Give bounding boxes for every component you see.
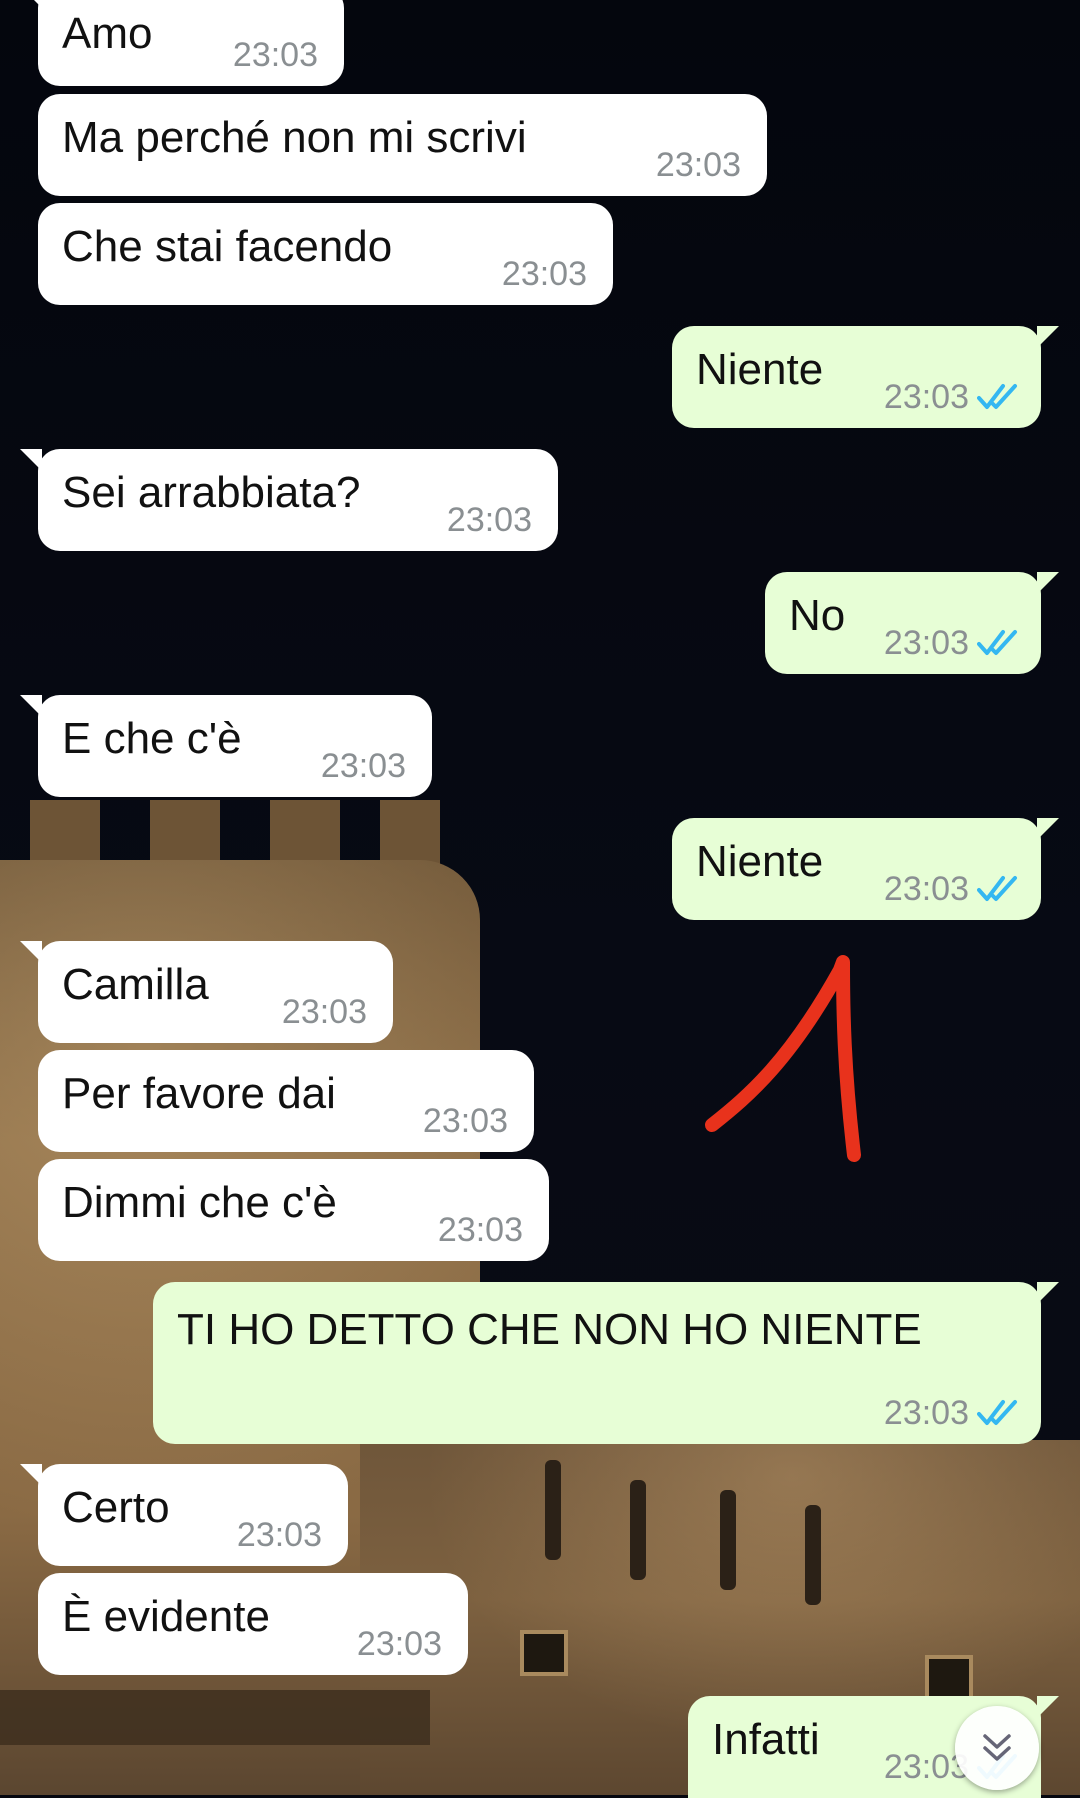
message-list[interactable]: Amo 23:03 Ma perché non mi scrivi 23:03 … xyxy=(0,0,1080,1798)
incoming-message[interactable]: Per favore dai 23:03 xyxy=(38,1050,534,1152)
message-text: Certo xyxy=(62,1483,170,1532)
message-time: 23:03 xyxy=(883,624,969,662)
message-text: Niente xyxy=(696,345,824,394)
message-time: 23:03 xyxy=(501,255,587,293)
message-time: 23:03 xyxy=(655,146,741,184)
message-time: 23:03 xyxy=(883,870,969,908)
message-text: Niente xyxy=(696,837,824,886)
message-text: Camilla xyxy=(62,960,209,1009)
message-time: 23:03 xyxy=(883,378,969,416)
message-time: 23:03 xyxy=(446,501,532,539)
message-text: Amo xyxy=(62,9,153,58)
message-time: 23:03 xyxy=(236,1516,322,1554)
message-time: 23:03 xyxy=(437,1211,523,1249)
message-text: Dimmi che c'è xyxy=(62,1178,337,1227)
message-text: E che c'è xyxy=(62,714,242,763)
red-arrow-annotation xyxy=(705,955,861,1162)
message-time: 23:03 xyxy=(232,36,318,74)
outgoing-message[interactable]: Niente 23:03 xyxy=(672,326,1059,428)
outgoing-message[interactable]: No 23:03 xyxy=(765,572,1059,674)
incoming-message[interactable]: Dimmi che c'è 23:03 xyxy=(38,1159,549,1261)
incoming-message[interactable]: Ma perché non mi scrivi 23:03 xyxy=(38,94,767,196)
message-time: 23:03 xyxy=(281,993,367,1031)
message-text: Infatti xyxy=(712,1715,820,1764)
message-time: 23:03 xyxy=(320,747,406,785)
incoming-message[interactable]: È evidente 23:03 xyxy=(38,1573,468,1675)
message-text: Sei arrabbiata? xyxy=(62,468,361,517)
message-text: TI HO DETTO CHE NON HO NIENTE xyxy=(177,1305,922,1354)
message-text: Per favore dai xyxy=(62,1069,336,1118)
message-text: È evidente xyxy=(62,1592,270,1641)
double-check-icon xyxy=(977,1400,1017,1425)
outgoing-message[interactable]: TI HO DETTO CHE NON HO NIENTE 23:03 xyxy=(153,1282,1059,1444)
incoming-message[interactable]: Camilla 23:03 xyxy=(20,941,393,1043)
chevron-double-down-icon xyxy=(983,1734,1011,1761)
message-text: Ma perché non mi scrivi xyxy=(62,113,527,162)
scroll-to-bottom-button[interactable] xyxy=(955,1706,1039,1790)
message-time: 23:03 xyxy=(422,1102,508,1140)
message-text: No xyxy=(789,591,846,640)
message-text: Che stai facendo xyxy=(62,222,393,271)
double-check-icon xyxy=(977,384,1017,409)
incoming-message[interactable]: E che c'è 23:03 xyxy=(20,695,432,797)
incoming-message[interactable]: Che stai facendo 23:03 xyxy=(38,203,613,305)
incoming-message[interactable]: Sei arrabbiata? 23:03 xyxy=(20,449,558,551)
incoming-message[interactable]: Certo 23:03 xyxy=(20,1464,348,1566)
message-time: 23:03 xyxy=(883,1394,969,1432)
message-time: 23:03 xyxy=(356,1625,442,1663)
incoming-message[interactable]: Amo 23:03 xyxy=(20,0,344,86)
double-check-icon xyxy=(977,876,1017,901)
outgoing-message[interactable]: Niente 23:03 xyxy=(672,818,1059,920)
double-check-icon xyxy=(977,630,1017,655)
